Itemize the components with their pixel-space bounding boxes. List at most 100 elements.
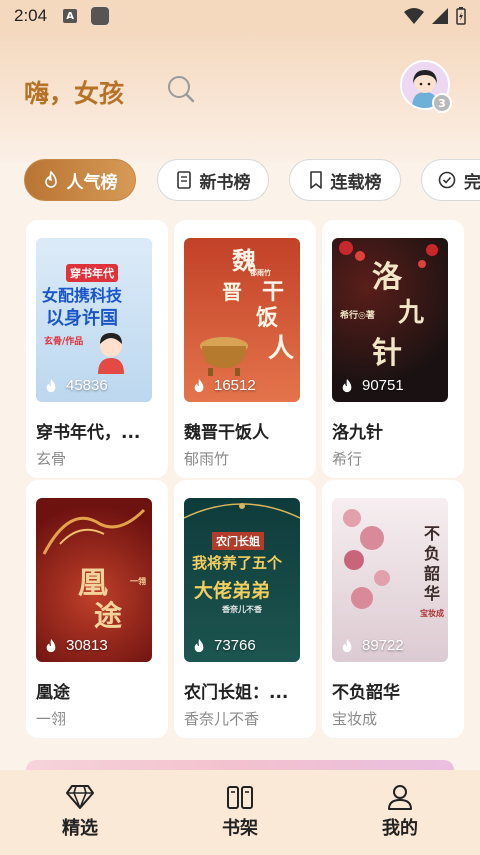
cover-small: 郁雨竹 bbox=[250, 268, 271, 277]
book-cover: 魏 晋 干 饭 人 郁雨竹 16512 bbox=[184, 238, 300, 402]
bookshelf-icon bbox=[227, 786, 253, 809]
cover-line: 大佬弟弟 bbox=[194, 580, 271, 602]
tab-completed[interactable]: 完 bbox=[421, 159, 480, 201]
cover-line: 晋 bbox=[222, 280, 242, 304]
book-title: 魏晋干饭人 bbox=[184, 423, 269, 443]
nav-featured[interactable]: 精选 bbox=[0, 770, 160, 855]
avatar-badge: 3 bbox=[432, 93, 452, 113]
cover-phoenix-illustration bbox=[42, 508, 146, 555]
cover-blossom-illustration bbox=[343, 509, 390, 609]
book-title: 凰途 bbox=[36, 683, 70, 703]
book-title: 洛九针 bbox=[332, 423, 383, 443]
check-circle-icon bbox=[438, 171, 456, 189]
flame-icon bbox=[46, 378, 56, 392]
book-title: 农门长姐：... bbox=[184, 683, 289, 703]
book-author: 希行 bbox=[332, 450, 363, 468]
book-cover: 穿书年代 女配携科技 以身许国 玄骨/作品 45836 bbox=[36, 238, 152, 402]
read-count: 30813 bbox=[44, 637, 108, 654]
flame-icon bbox=[46, 638, 56, 652]
nav-profile[interactable]: 我的 bbox=[320, 770, 480, 855]
wifi-icon bbox=[404, 8, 424, 24]
cover-ornament-illustration bbox=[184, 503, 300, 519]
nav-label: 我的 bbox=[382, 818, 418, 839]
cover-line: 女配携科技 bbox=[42, 286, 123, 305]
nav-bookshelf[interactable]: 书架 bbox=[160, 770, 320, 855]
book-author: 一翎 bbox=[36, 710, 67, 728]
cover-line: 针 bbox=[372, 336, 402, 371]
read-count-value: 73766 bbox=[214, 637, 256, 654]
tab-label: 人气榜 bbox=[66, 172, 118, 193]
tab-label: 新书榜 bbox=[199, 172, 251, 193]
cover-small: 希行◎著 bbox=[340, 311, 375, 321]
diamond-icon bbox=[66, 785, 94, 809]
bookmark-icon bbox=[309, 171, 322, 189]
book-title: 不负韶华 bbox=[332, 683, 400, 703]
book-card[interactable]: 洛 九 针 希行◎著 90751 洛九针 希行 bbox=[322, 220, 464, 478]
book-card[interactable]: 魏 晋 干 饭 人 郁雨竹 16512 魏晋干饭人 郁雨竹 bbox=[174, 220, 316, 478]
read-count: 90751 bbox=[340, 377, 404, 394]
book-card[interactable]: 凰 途 一翎 30813 凰途 一翎 bbox=[26, 480, 168, 738]
cover-line: 农门长姐 bbox=[212, 532, 264, 550]
profile-icon bbox=[388, 785, 412, 810]
battery-icon bbox=[456, 7, 466, 25]
cover-line: 以身许国 bbox=[46, 308, 118, 329]
search-icon bbox=[168, 76, 195, 103]
cover-small: 一翎 bbox=[130, 576, 146, 586]
cover-line: 九 bbox=[398, 298, 425, 328]
book-cover: 凰 途 一翎 30813 bbox=[36, 498, 152, 662]
book-card[interactable]: 穿书年代 女配携科技 以身许国 玄骨/作品 45836 穿书年代，... 玄骨 bbox=[26, 220, 168, 478]
flame-icon bbox=[194, 378, 204, 392]
read-count: 73766 bbox=[192, 637, 256, 654]
search-button[interactable] bbox=[166, 74, 196, 104]
bottom-navigation: 精选 书架 我的 bbox=[0, 770, 480, 855]
cover-character-illustration bbox=[98, 333, 124, 374]
book-card[interactable]: 农门长姐 我将养了五个 大佬弟弟 香奈儿不香 73766 农门长姐：... 香奈… bbox=[174, 480, 316, 738]
tab-serialized[interactable]: 连载榜 bbox=[289, 159, 401, 201]
book-author: 玄骨 bbox=[36, 450, 67, 468]
nav-label: 书架 bbox=[222, 818, 258, 839]
book-author: 郁雨竹 bbox=[184, 450, 230, 468]
notification-square-icon bbox=[91, 7, 110, 25]
tab-new-books[interactable]: 新书榜 bbox=[157, 159, 269, 201]
tab-label: 连载榜 bbox=[330, 172, 382, 193]
cover-flowers-illustration bbox=[339, 241, 438, 268]
cover-small: 香奈儿不香 bbox=[222, 604, 262, 614]
flame-icon bbox=[342, 638, 352, 652]
greeting-title: 嗨，女孩 bbox=[24, 79, 125, 108]
book-cover: 农门长姐 我将养了五个 大佬弟弟 香奈儿不香 73766 bbox=[184, 498, 300, 662]
book-title: 穿书年代，... bbox=[36, 423, 141, 443]
signal-icon bbox=[432, 8, 448, 24]
cover-line: 穿书年代 bbox=[66, 264, 118, 282]
tab-label: 完 bbox=[464, 172, 480, 193]
status-time: 2:04 bbox=[14, 6, 48, 25]
book-author: 香奈儿不香 bbox=[184, 710, 260, 728]
ranking-tabs: 人气榜 新书榜 连载榜 完 bbox=[24, 159, 480, 201]
read-count-value: 90751 bbox=[362, 377, 404, 394]
cover-line: 途 bbox=[94, 599, 123, 632]
book-grid: 穿书年代 女配携科技 以身许国 玄骨/作品 45836 穿书年代，... 玄骨 … bbox=[14, 212, 466, 772]
book-author: 宝妆成 bbox=[332, 710, 378, 728]
cover-small: 宝妆成 bbox=[420, 608, 444, 618]
nav-label: 精选 bbox=[62, 818, 98, 839]
book-icon bbox=[176, 171, 191, 189]
book-cover: 洛 九 针 希行◎著 90751 bbox=[332, 238, 448, 402]
cover-line: 我将养了五个 bbox=[192, 554, 283, 572]
read-count-value: 89722 bbox=[362, 637, 404, 654]
notification-a-icon: A bbox=[63, 9, 78, 23]
read-count: 45836 bbox=[44, 377, 108, 394]
cover-cauldron-illustration bbox=[200, 337, 248, 376]
book-card[interactable]: 不 负 韶 华 宝妆成 89722 不负韶华 宝妆成 bbox=[322, 480, 464, 738]
cover-small: 玄骨/作品 bbox=[44, 337, 84, 347]
flame-icon bbox=[44, 171, 57, 188]
cover-line: 人 bbox=[268, 334, 295, 364]
read-count-value: 30813 bbox=[66, 637, 108, 654]
status-bar: 2:04 A bbox=[0, 0, 480, 32]
read-count: 89722 bbox=[340, 637, 404, 654]
cover-line: 华 bbox=[424, 584, 441, 603]
read-count: 16512 bbox=[192, 377, 256, 394]
read-count-value: 16512 bbox=[214, 377, 256, 394]
flame-icon bbox=[194, 638, 204, 652]
book-cover: 不 负 韶 华 宝妆成 89722 bbox=[332, 498, 448, 662]
tab-popular[interactable]: 人气榜 bbox=[24, 159, 136, 201]
flame-icon bbox=[342, 378, 352, 392]
